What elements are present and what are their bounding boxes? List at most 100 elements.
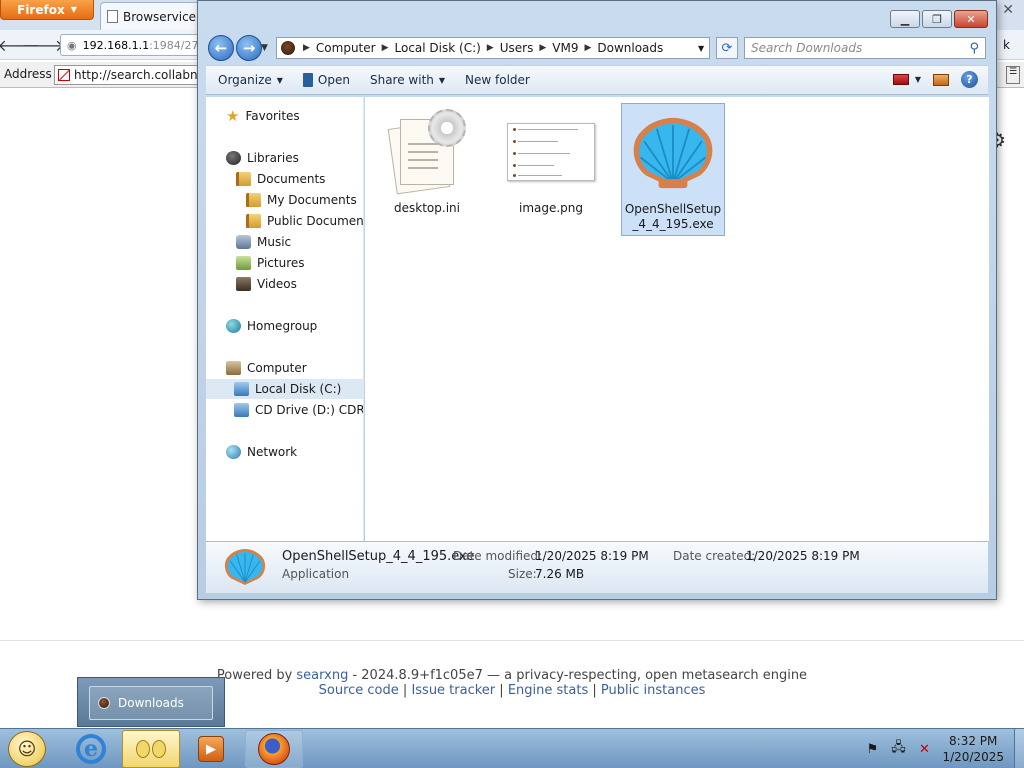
taskbar-explorer[interactable] — [122, 730, 180, 768]
thumb-line — [518, 153, 570, 154]
downloads-window-thumbnail[interactable]: Downloads — [89, 686, 213, 720]
flag-icon[interactable]: ⚑ — [864, 741, 880, 757]
nav-item-music[interactable]: Music — [236, 232, 291, 252]
firefox-menu-button[interactable]: Firefox ▼ — [0, 0, 94, 20]
computer-icon — [226, 361, 241, 375]
nav-item-videos[interactable]: Videos — [236, 274, 297, 294]
file-item-desktop-ini[interactable]: desktop.ini — [375, 103, 479, 219]
text-line — [408, 151, 438, 153]
nav-item-my-documents[interactable]: My Documents — [246, 190, 357, 210]
details-file-type: Application — [282, 567, 350, 581]
nav-item-favorites[interactable]: ★ Favorites — [226, 106, 300, 126]
nav-item-network[interactable]: Network — [226, 442, 297, 462]
chevron-right-icon[interactable]: ▶ — [487, 43, 494, 53]
thumb-line — [518, 129, 578, 130]
change-view-icon[interactable] — [892, 74, 909, 85]
size-value: 7.26 MB — [535, 567, 585, 581]
help-icon[interactable]: ? — [961, 71, 978, 88]
public-instances-link[interactable]: Public instances — [601, 683, 705, 698]
chevron-down-icon[interactable]: ▼ — [915, 75, 921, 84]
organize-button[interactable]: Organize ▼ — [206, 66, 293, 94]
file-thumbnail — [622, 104, 724, 202]
pictures-icon — [236, 256, 251, 270]
search-input[interactable]: Search Downloads ⚲ — [744, 37, 986, 59]
breadcrumb-local-disk[interactable]: Local Disk (C:) — [395, 41, 481, 55]
breadcrumb-computer[interactable]: Computer — [316, 41, 376, 55]
nav-item-public-documents[interactable]: Public Documents — [246, 211, 364, 231]
maximize-button[interactable]: ❐ — [922, 10, 952, 28]
forward-arrow-icon: → — [242, 39, 256, 57]
taskbar-thumbnail-popup: Downloads — [77, 677, 225, 727]
network-icon — [226, 445, 241, 459]
taskbar-internet-explorer[interactable]: e — [62, 730, 120, 768]
nav-label: Public Documents — [267, 214, 364, 228]
file-item-image-png[interactable]: image.png — [499, 103, 603, 219]
searxng-link[interactable]: searxng — [296, 668, 348, 683]
chevron-right-icon[interactable]: ▶ — [303, 43, 310, 53]
window-controls: ▁ ❐ ✕ — [890, 10, 988, 28]
thumb-dot — [513, 140, 516, 143]
taskbar-firefox[interactable] — [245, 730, 303, 768]
minimize-icon: ▁ — [900, 12, 910, 26]
version-text: - 2024.8.9+f1c05e7 — a privacy-respectin… — [348, 668, 808, 683]
breadcrumb-users[interactable]: Users — [500, 41, 534, 55]
open-button[interactable]: Open — [293, 66, 360, 94]
file-name: desktop.ini — [394, 201, 460, 215]
issue-tracker-link[interactable]: Issue tracker — [411, 683, 495, 698]
close-icon: ✕ — [966, 12, 976, 26]
nav-item-cd-drive[interactable]: CD Drive (D:) CDROM — [234, 400, 363, 420]
shell-icon — [633, 117, 713, 189]
settings-file-icon — [387, 109, 466, 195]
nav-item-libraries[interactable]: Libraries — [226, 148, 299, 168]
text-line — [408, 159, 438, 161]
explorer-icon — [136, 740, 166, 758]
nav-item-homegroup[interactable]: Homegroup — [226, 316, 317, 336]
nav-item-local-disk[interactable]: Local Disk (C:) — [206, 379, 363, 399]
recent-pages-dropdown[interactable]: ▼ — [261, 43, 268, 53]
taskbar-media-player[interactable]: ▶ — [182, 730, 240, 768]
address-history-dropdown[interactable]: ▼ — [698, 44, 704, 53]
breadcrumb-downloads[interactable]: Downloads — [597, 41, 663, 55]
preview-pane-icon[interactable] — [933, 73, 949, 86]
file-item-openshell-setup[interactable]: OpenShellSetup_4_4_195.exe — [621, 103, 725, 236]
share-with-button[interactable]: Share with ▼ — [360, 66, 455, 94]
chevron-right-icon[interactable]: ▶ — [539, 43, 546, 53]
close-button[interactable]: ✕ — [954, 10, 988, 28]
volume-muted-icon[interactable]: ✕ — [916, 741, 932, 757]
nav-item-computer[interactable]: Computer — [226, 358, 307, 378]
forward-button[interactable]: → — [236, 35, 262, 61]
source-code-link[interactable]: Source code — [319, 683, 399, 698]
address-field[interactable]: http://search.collabne — [54, 65, 214, 85]
scroll-button[interactable]: ☰ — [1006, 66, 1020, 84]
clock-date: 1/20/2025 — [942, 750, 1004, 764]
refresh-button[interactable]: ⟳ — [716, 37, 738, 59]
minimize-button[interactable]: ▁ — [890, 10, 920, 28]
new-folder-button[interactable]: New folder — [455, 66, 540, 94]
show-desktop-button[interactable] — [1014, 729, 1024, 768]
engine-stats-link[interactable]: Engine stats — [508, 683, 588, 698]
start-button[interactable]: ☺ — [8, 731, 46, 767]
text-line — [408, 143, 438, 145]
search-placeholder: Search Downloads — [751, 41, 863, 55]
forward-button[interactable]: 🡒 — [22, 34, 65, 56]
nav-label: Libraries — [247, 151, 299, 165]
hard-disk-icon — [234, 382, 249, 396]
back-button[interactable]: ← — [208, 35, 234, 61]
chevron-right-icon[interactable]: ▶ — [382, 43, 389, 53]
breadcrumb-vm9[interactable]: VM9 — [552, 41, 578, 55]
close-icon[interactable]: ✕ — [1002, 2, 1014, 18]
url-host: 192.168.1.1 — [82, 38, 150, 52]
nav-item-documents[interactable]: Documents — [236, 169, 325, 189]
organize-label: Organize — [218, 73, 272, 87]
clock[interactable]: 8:32 PM 1/20/2025 — [942, 733, 1014, 765]
breadcrumb[interactable]: ▶ Computer ▶ Local Disk (C:) ▶ Users ▶ V… — [276, 37, 710, 59]
file-list: desktop.ini image.png OpenShellSetup_4_4… — [365, 97, 989, 541]
nav-item-pictures[interactable]: Pictures — [236, 253, 305, 273]
firefox-icon — [258, 733, 290, 765]
link-separator: | — [499, 683, 504, 698]
chevron-down-icon: ▼ — [438, 75, 446, 85]
file-thumbnail — [499, 103, 603, 201]
chevron-right-icon[interactable]: ▶ — [584, 43, 591, 53]
nav-label: Documents — [257, 172, 326, 186]
network-icon[interactable]: 🖧 — [890, 740, 906, 757]
